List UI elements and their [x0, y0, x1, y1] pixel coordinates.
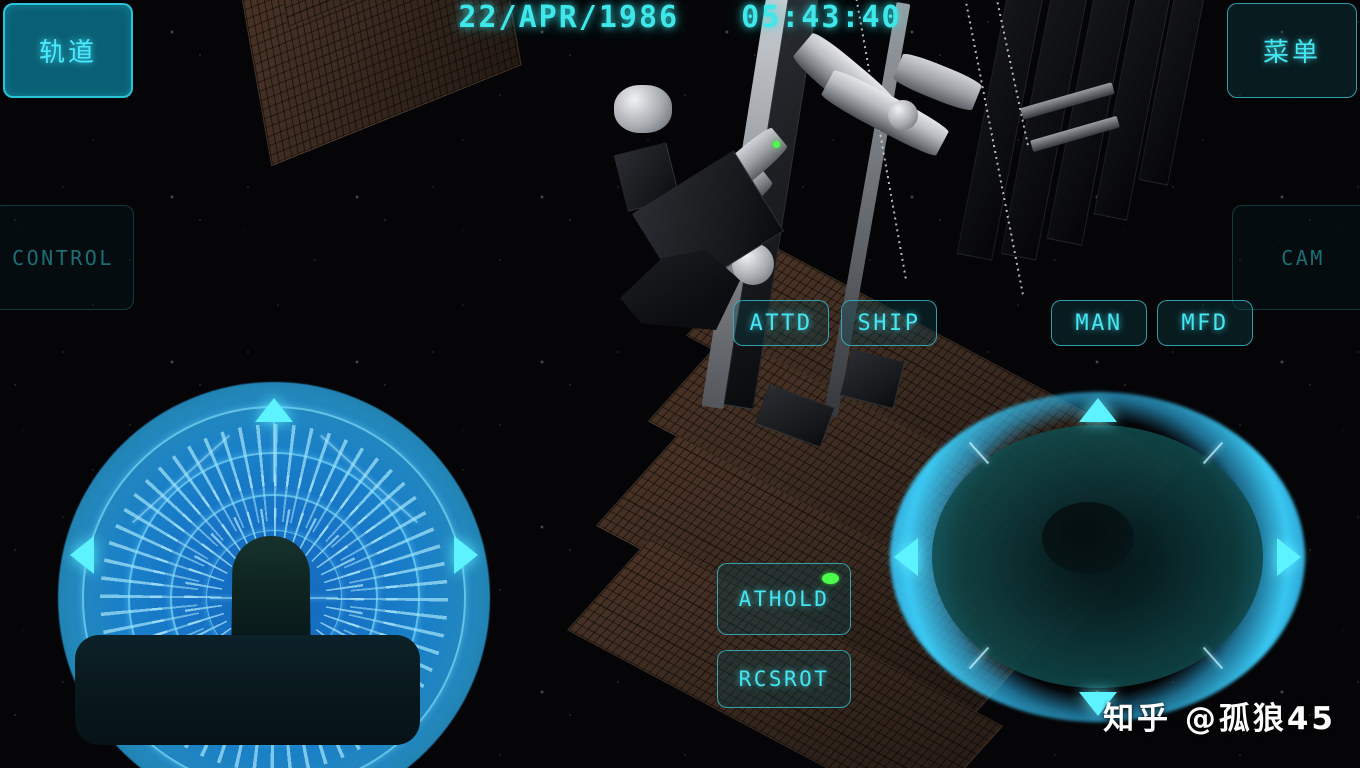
athold-active-indicator [822, 573, 839, 584]
equipment-box-1 [614, 142, 680, 211]
boom-left [1020, 82, 1115, 120]
mode-button-ship[interactable]: SHIP [841, 300, 937, 346]
translation-control-dial[interactable] [890, 392, 1305, 722]
menu-button[interactable]: 菜单 [1227, 3, 1357, 98]
rotation-arrow-left[interactable] [70, 536, 94, 574]
autopilot-button-rcsrot[interactable]: RCSROT [717, 650, 851, 708]
control-button-label: CONTROL [12, 246, 114, 270]
translation-arrow-up[interactable] [1079, 398, 1117, 422]
rotation-axis-vertical [273, 422, 275, 482]
module-docking-arm [819, 67, 951, 160]
equipment-box-2 [632, 150, 784, 294]
mode-button-mfd-label: MFD [1181, 311, 1228, 336]
mode-button-man[interactable]: MAN [1051, 300, 1147, 346]
strut-dots-1 [849, 0, 907, 279]
module-habitat-2 [680, 198, 781, 288]
translation-arrow-left[interactable] [894, 538, 918, 576]
mode-button-mfd[interactable]: MFD [1157, 300, 1253, 346]
radiator-upper-right-2 [1001, 0, 1095, 261]
truss-main-spine [702, 0, 791, 409]
module-node-arm [892, 50, 984, 113]
rotation-arrow-right[interactable] [454, 536, 478, 574]
orbit-button-label: 轨道 [39, 32, 97, 69]
translation-dial-center-shadow [1042, 502, 1134, 574]
station-status-led [773, 141, 780, 148]
mission-time-readout: 22/APR/1986 05:43:40 [0, 0, 1360, 35]
mission-date: 22/APR/1986 [458, 0, 679, 35]
throttle-stem[interactable] [231, 536, 310, 651]
translation-arrow-right[interactable] [1277, 538, 1301, 576]
control-button[interactable]: CONTROL [0, 205, 134, 310]
equipment-box-4 [755, 384, 835, 447]
autopilot-button-athold[interactable]: ATHOLD [717, 563, 851, 635]
game-viewport: 22/APR/1986 05:43:40 轨道 菜单 CONTROL CAM A… [0, 0, 1360, 768]
radiator-upper-right-3 [1047, 0, 1140, 246]
radiator-upper-right-5 [1138, 0, 1215, 186]
autopilot-button-rcsrot-label: RCSROT [739, 667, 830, 691]
solar-panel-upper-left-b [267, 0, 525, 28]
docked-shuttle [620, 250, 740, 330]
radiator-upper-right-1 [957, 0, 1050, 261]
menu-button-label: 菜单 [1263, 32, 1321, 69]
mode-button-attd-label: ATTD [750, 311, 813, 336]
node-sphere-1 [700, 180, 746, 226]
translation-arrow-down[interactable] [1079, 692, 1117, 716]
cam-button-label: CAM [1281, 246, 1325, 270]
mode-button-ship-label: SHIP [858, 311, 921, 336]
solar-panel-upper-left [238, 0, 521, 166]
mode-button-man-label: MAN [1075, 311, 1122, 336]
orbit-button[interactable]: 轨道 [3, 3, 133, 98]
strut-dots-3 [990, 0, 1029, 149]
boom-right [1030, 116, 1120, 152]
throttle-handle[interactable] [75, 635, 420, 745]
rotation-arrow-up[interactable] [255, 398, 293, 422]
truss-secondary [824, 2, 911, 418]
cam-button[interactable]: CAM [1232, 205, 1360, 310]
node-sphere-4 [888, 100, 918, 130]
module-habitat-3 [700, 125, 790, 207]
truss-spine-shadow [724, 0, 821, 410]
node-sphere-3 [614, 85, 672, 133]
node-sphere-2 [732, 243, 774, 285]
autopilot-button-athold-label: ATHOLD [739, 587, 830, 611]
mode-button-attd[interactable]: ATTD [733, 300, 829, 346]
module-lab [790, 29, 900, 130]
module-habitat-1 [659, 154, 775, 258]
mission-clock: 05:43:40 [741, 0, 902, 35]
strut-dots-2 [965, 4, 1024, 299]
radiator-upper-right-4 [1094, 0, 1181, 221]
